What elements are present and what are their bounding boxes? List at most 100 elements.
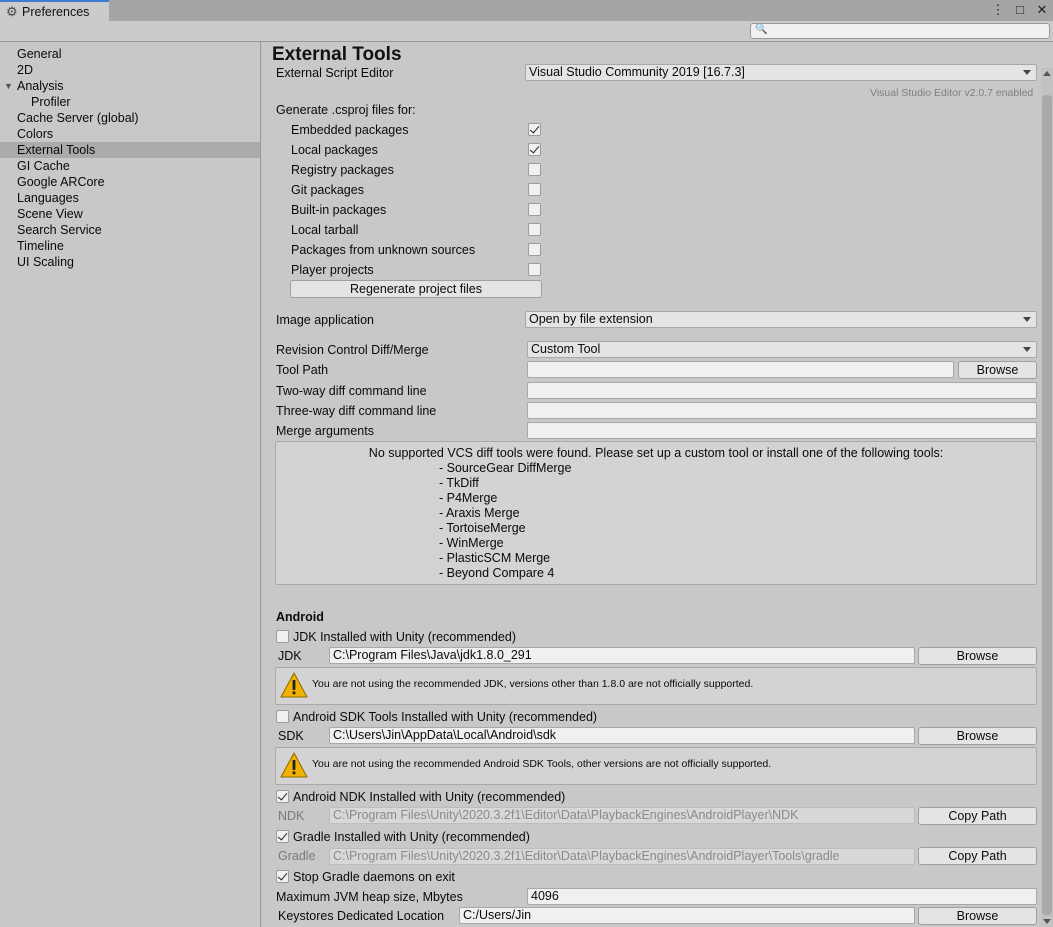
tool-path-label: Tool Path [276,363,329,377]
ndk-installed-checkbox[interactable] [276,790,289,803]
player-projects-checkbox[interactable] [528,263,541,276]
vertical-scrollbar[interactable] [1041,68,1053,927]
sdk-installed-checkbox[interactable] [276,710,289,723]
three-way-diff-field[interactable] [527,402,1037,419]
close-icon[interactable]: ✕ [1035,2,1049,18]
max-jvm-field[interactable]: 4096 [527,888,1037,905]
vcs-help-box: No supported VCS diff tools were found. … [275,441,1037,585]
jdk-warning-text: You are not using the recommended JDK, v… [312,678,754,690]
embedded-packages-label: Embedded packages [291,123,409,137]
scroll-thumb[interactable] [1042,95,1052,915]
android-heading: Android [276,610,324,624]
dropdown-value: Custom Tool [531,342,601,356]
jdk-installed-label: JDK Installed with Unity (recommended) [293,630,516,644]
three-way-diff-label: Three-way diff command line [276,404,437,418]
main-panel: External Tools External Script Editor Vi… [262,42,1053,927]
keystores-browse-button[interactable]: Browse [918,907,1037,925]
scroll-down-arrow-icon[interactable] [1043,919,1051,924]
local-packages-label: Local packages [291,143,378,157]
external-script-editor-label: External Script Editor [276,66,394,80]
stop-gradle-checkbox[interactable] [276,870,289,883]
image-application-dropdown[interactable]: Open by file extension [525,311,1037,328]
sidebar-item-gi-cache[interactable]: GI Cache [0,158,260,174]
git-packages-checkbox[interactable] [528,183,541,196]
local-tarball-checkbox[interactable] [528,223,541,236]
sidebar-item-general[interactable]: General [0,46,260,62]
sidebar-item-search-service[interactable]: Search Service [0,222,260,238]
tab-label: Preferences [22,4,90,19]
maximize-icon[interactable]: □ [1013,2,1027,18]
player-projects-label: Player projects [291,263,374,277]
sidebar-item-analysis[interactable]: ▼ Analysis [0,78,260,94]
jdk-path-field[interactable]: C:\Program Files\Java\jdk1.8.0_291 [329,647,915,664]
registry-packages-checkbox[interactable] [528,163,541,176]
unknown-sources-checkbox[interactable] [528,243,541,256]
sidebar-item-2d[interactable]: 2D [0,62,260,78]
gradle-installed-checkbox[interactable] [276,830,289,843]
keystores-path-field[interactable]: C:/Users/Jin [459,907,915,924]
vcs-tool-item: - PlasticSCM Merge [439,551,551,565]
sidebar-item-google-arcore[interactable]: Google ARCore [0,174,260,190]
scroll-up-arrow-icon[interactable] [1043,71,1051,76]
toolbar: 🔍 [0,21,1053,42]
sidebar-item-cache-server[interactable]: Cache Server (global) [0,110,260,126]
tool-path-field[interactable] [527,361,954,378]
vcs-help-message: No supported VCS diff tools were found. … [368,446,944,460]
page-title: External Tools [272,44,402,65]
ndk-copy-path-button[interactable]: Copy Path [918,807,1037,825]
image-application-label: Image application [276,313,374,327]
ndk-path-field: C:\Program Files\Unity\2020.3.2f1\Editor… [329,807,915,824]
sdk-browse-button[interactable]: Browse [918,727,1037,745]
sidebar-item-languages[interactable]: Languages [0,190,260,206]
merge-arguments-field[interactable] [527,422,1037,439]
jdk-label: JDK [278,649,302,663]
fold-arrow-icon[interactable]: ▼ [4,78,13,94]
vcs-tool-item: - TortoiseMerge [439,521,526,535]
vcs-tool-item: - Araxis Merge [439,506,520,520]
ndk-label: NDK [278,809,305,823]
dropdown-arrow-icon [1023,317,1031,322]
vcs-tool-item: - TkDiff [439,476,479,490]
gradle-path-field: C:\Program Files\Unity\2020.3.2f1\Editor… [329,848,915,865]
sidebar-item-profiler[interactable]: Profiler [0,94,260,110]
sdk-warning-text: You are not using the recommended Androi… [312,758,772,770]
local-packages-checkbox[interactable] [528,143,541,156]
tool-path-browse-button[interactable]: Browse [958,361,1037,379]
sidebar-item-ui-scaling[interactable]: UI Scaling [0,254,260,270]
gradle-copy-path-button[interactable]: Copy Path [918,847,1037,865]
sdk-installed-label: Android SDK Tools Installed with Unity (… [293,710,598,724]
revision-control-label: Revision Control Diff/Merge [276,343,429,357]
editor-version-note: Visual Studio Editor v2.0.7 enabled [870,87,1034,99]
gear-icon: ⚙ [6,3,18,19]
jdk-installed-checkbox[interactable] [276,630,289,643]
csproj-heading: Generate .csproj files for: [276,103,416,117]
window-titlebar: ⚙ Preferences ⋮ □ ✕ [0,0,1053,21]
regenerate-project-files-button[interactable]: Regenerate project files [290,280,542,298]
embedded-packages-checkbox[interactable] [528,123,541,136]
vcs-tool-item: - SourceGear DiffMerge [439,461,572,475]
two-way-diff-field[interactable] [527,382,1037,399]
sdk-label: SDK [278,729,304,743]
sidebar-item-scene-view[interactable]: Scene View [0,206,260,222]
revision-control-dropdown[interactable]: Custom Tool [527,341,1037,358]
more-menu-icon[interactable]: ⋮ [991,2,1005,18]
tab-preferences[interactable]: ⚙ Preferences [0,0,109,21]
sidebar-item-colors[interactable]: Colors [0,126,260,142]
jdk-warning-box: You are not using the recommended JDK, v… [275,667,1037,705]
dropdown-value: Visual Studio Community 2019 [16.7.3] [529,65,745,79]
vcs-tool-item: - WinMerge [439,536,504,550]
sidebar-item-label: Analysis [17,79,64,93]
external-script-editor-dropdown[interactable]: Visual Studio Community 2019 [16.7.3] [525,64,1037,81]
sdk-warning-box: You are not using the recommended Androi… [275,747,1037,785]
builtin-packages-checkbox[interactable] [528,203,541,216]
sidebar: General 2D ▼ Analysis Profiler Cache Ser… [0,42,261,927]
local-tarball-label: Local tarball [291,223,359,237]
warning-icon [280,672,308,698]
jdk-browse-button[interactable]: Browse [918,647,1037,665]
sidebar-item-timeline[interactable]: Timeline [0,238,260,254]
dropdown-value: Open by file extension [529,312,653,326]
search-input[interactable]: 🔍 [750,23,1050,39]
sdk-path-field[interactable]: C:\Users\Jin\AppData\Local\Android\sdk [329,727,915,744]
sidebar-item-external-tools[interactable]: External Tools [0,142,260,158]
max-jvm-label: Maximum JVM heap size, Mbytes [276,890,463,904]
